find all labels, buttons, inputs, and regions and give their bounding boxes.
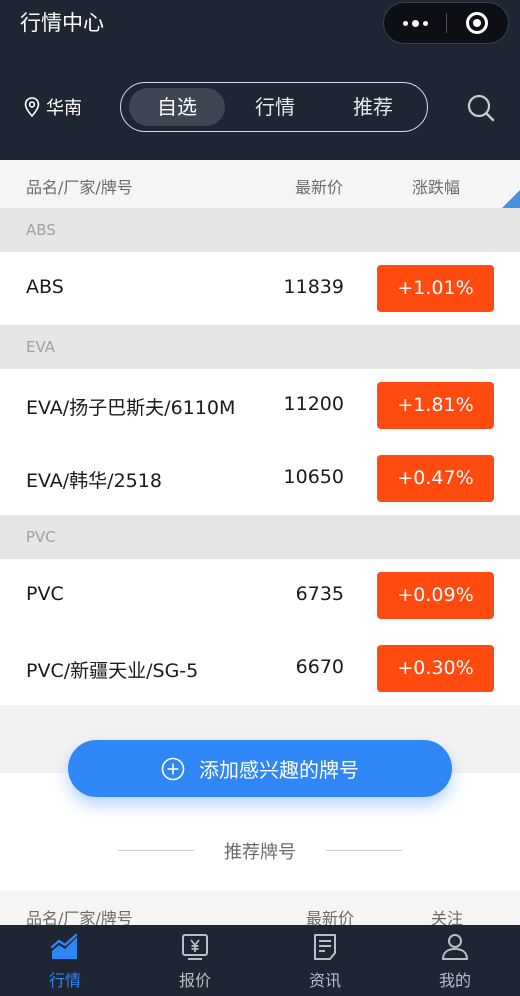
tabbar-item-market[interactable]: 行情 — [25, 933, 105, 991]
row-name: ABS — [26, 276, 64, 298]
col-follow-header: 关注 — [431, 909, 464, 925]
group-header-eva: EVA — [0, 325, 520, 369]
segment-tabs: 自选 行情 推荐 — [120, 82, 428, 132]
col-name-header: 品名/厂家/牌号 — [26, 909, 133, 925]
row-price: 6670 — [295, 656, 344, 678]
row-name: PVC — [26, 583, 64, 605]
tab-recommend[interactable]: 推荐 — [325, 88, 421, 126]
more-icon — [402, 19, 428, 27]
close-target-icon[interactable] — [466, 12, 488, 34]
row-price: 11839 — [283, 276, 344, 298]
region-selector[interactable]: 华南 — [24, 92, 82, 122]
tabbar-item-news[interactable]: 资讯 — [285, 933, 365, 991]
user-icon — [442, 934, 468, 960]
row-change-badge: +0.09% — [377, 572, 494, 619]
bottom-tab-bar: 行情 报价 资讯 我的 — [0, 925, 520, 996]
capsule-divider — [446, 13, 447, 33]
chart-icon — [50, 933, 78, 959]
region-label: 华南 — [46, 98, 82, 119]
divider-line — [326, 850, 402, 851]
table-row[interactable]: EVA/韩华/2518 10650 +0.47% — [0, 442, 520, 515]
row-price: 10650 — [283, 466, 344, 488]
row-price: 6735 — [295, 583, 344, 605]
table-row[interactable]: EVA/扬子巴斯夫/6110M 11200 +1.81% — [0, 369, 520, 442]
tabbar-label: 资讯 — [308, 971, 341, 990]
row-name: EVA/韩华/2518 — [26, 470, 162, 492]
news-icon — [314, 934, 336, 960]
recommend-table-header: 品名/厂家/牌号 最新价 关注 — [0, 891, 520, 925]
group-header-pvc: PVC — [0, 515, 520, 559]
add-brand-button[interactable]: 添加感兴趣的牌号 — [68, 740, 452, 797]
table-row[interactable]: PVC 6735 +0.09% — [0, 559, 520, 632]
more-button[interactable] — [384, 3, 446, 43]
yen-icon — [182, 934, 208, 960]
row-change-badge: +1.01% — [377, 265, 494, 312]
tabbar-item-quote[interactable]: 报价 — [155, 933, 235, 991]
row-price: 11200 — [283, 393, 344, 415]
recommend-title: 推荐牌号 — [224, 842, 296, 863]
table-row[interactable]: ABS 11839 +1.01% — [0, 252, 520, 325]
page-title: 行情中心 — [20, 11, 104, 35]
corner-marker — [502, 190, 520, 208]
col-name-header: 品名/厂家/牌号 — [26, 178, 133, 197]
tabbar-label: 报价 — [178, 971, 211, 990]
tabbar-label: 我的 — [438, 971, 471, 990]
col-change-header: 涨跌幅 — [412, 178, 461, 197]
mini-program-capsule — [383, 2, 509, 44]
row-change-badge: +0.30% — [377, 645, 494, 692]
tab-watchlist[interactable]: 自选 — [129, 88, 225, 126]
row-name: PVC/新疆天业/SG-5 — [26, 660, 199, 682]
tabbar-label: 行情 — [48, 971, 81, 990]
table-header: 品名/厂家/牌号 最新价 涨跌幅 — [0, 160, 520, 208]
plus-circle-icon — [161, 757, 185, 780]
search-icon[interactable] — [466, 93, 496, 123]
add-brand-label: 添加感兴趣的牌号 — [199, 758, 359, 782]
recommend-title-bar: 推荐牌号 — [0, 836, 520, 866]
table-row[interactable]: PVC/新疆天业/SG-5 6670 +0.30% — [0, 632, 520, 705]
row-change-badge: +1.81% — [377, 382, 494, 429]
row-name: EVA/扬子巴斯夫/6110M — [26, 397, 236, 419]
group-header-abs: ABS — [0, 208, 520, 252]
tab-market[interactable]: 行情 — [227, 88, 323, 126]
tabbar-item-mine[interactable]: 我的 — [415, 933, 495, 991]
row-change-badge: +0.47% — [377, 455, 494, 502]
col-price-header: 最新价 — [295, 178, 344, 197]
col-price-header: 最新价 — [306, 909, 355, 925]
location-pin-icon — [24, 97, 40, 117]
